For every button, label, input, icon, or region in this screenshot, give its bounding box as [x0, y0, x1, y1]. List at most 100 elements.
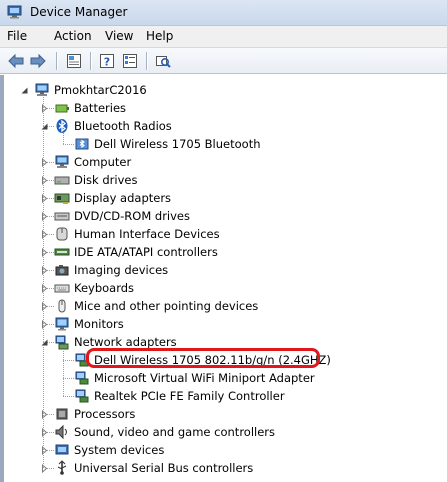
bluetooth-icon: [56, 119, 68, 133]
tree-device-dell-wireless-1705-bluetooth[interactable]: Dell Wireless 1705 Bluetooth: [74, 135, 261, 153]
properties-button[interactable]: [64, 51, 84, 71]
device-list-icon: [123, 54, 137, 68]
collapsed-arrow-icon[interactable]: [40, 176, 49, 185]
expanded-arrow-icon[interactable]: [40, 338, 49, 347]
keyboard-icon: [54, 284, 70, 293]
collapsed-arrow-icon[interactable]: [40, 410, 49, 419]
tree-item-label: PmokhtarC2016: [54, 83, 147, 97]
device-manager-icon: [7, 5, 22, 19]
tree-item-label: Sound, video and game controllers: [74, 425, 276, 439]
collapsed-arrow-icon[interactable]: [40, 320, 49, 329]
tree-item-label: Human Interface Devices: [74, 227, 220, 241]
menu-action[interactable]: Action: [52, 29, 94, 43]
back-arrow-icon: [8, 54, 24, 68]
tree-category-keyboards[interactable]: Keyboards: [54, 279, 134, 297]
tree-item-label: Mice and other pointing devices: [74, 299, 259, 313]
computer-icon: [55, 155, 69, 168]
tree-category-bluetooth-radios[interactable]: Bluetooth Radios: [54, 117, 172, 135]
tree-category-dvd-cd-rom-drives[interactable]: DVD/CD-ROM drives: [54, 207, 190, 225]
tree-category-disk-drives[interactable]: Disk drives: [54, 171, 137, 189]
mouse-icon: [58, 299, 66, 313]
tree-item-label: Keyboards: [74, 281, 135, 295]
collapsed-arrow-icon[interactable]: [40, 212, 49, 221]
menu-view[interactable]: View: [103, 29, 135, 43]
tree-category-human-interface-devices[interactable]: Human Interface Devices: [54, 225, 220, 243]
dvd-drive-icon: [54, 212, 70, 221]
tree-category-ide-ata-atapi-controllers[interactable]: IDE ATA/ATAPI controllers: [54, 243, 218, 261]
collapsed-arrow-icon[interactable]: [40, 302, 49, 311]
tree-root-pmokhtarc2016[interactable]: PmokhtarC2016: [34, 81, 147, 99]
tree-item-label: Realtek PCIe FE Family Controller: [94, 389, 285, 403]
forward-arrow-icon: [30, 54, 46, 68]
back-button[interactable]: [6, 51, 26, 71]
collapsed-arrow-icon[interactable]: [40, 248, 49, 257]
tree-category-batteries[interactable]: Batteries: [54, 99, 126, 117]
tree-category-imaging-devices[interactable]: Imaging devices: [54, 261, 168, 279]
usb-icon: [57, 460, 67, 475]
scan-hardware-icon: [156, 56, 171, 68]
device-tree: PmokhtarC2016 Batteries Bluetooth Radios De…: [0, 75, 447, 482]
tree-device-realtek-pcie-fe-family-controller[interactable]: Realtek PCIe FE Family Controller: [74, 387, 285, 405]
toolbar: ?: [0, 48, 447, 74]
battery-icon: [55, 104, 69, 113]
disk-drive-icon: [54, 176, 70, 185]
tree-item-label: Imaging devices: [74, 263, 169, 277]
tree-device-microsoft-virtual-wifi-miniport-adapter[interactable]: Microsoft Virtual WiFi Miniport Adapter: [74, 369, 315, 387]
tree-item-label: Universal Serial Bus controllers: [74, 461, 254, 475]
tree-item-label: DVD/CD-ROM drives: [74, 209, 190, 223]
collapsed-arrow-icon[interactable]: [40, 464, 49, 473]
computer-icon: [35, 83, 49, 96]
tree-item-label: IDE ATA/ATAPI controllers: [74, 245, 218, 259]
tree-category-universal-serial-bus-controllers[interactable]: Universal Serial Bus controllers: [54, 459, 253, 477]
collapsed-arrow-icon[interactable]: [40, 446, 49, 455]
menu-file[interactable]: File: [5, 29, 29, 43]
sound-icon: [55, 424, 67, 440]
help-button[interactable]: ?: [97, 51, 117, 71]
tree-item-label: Batteries: [74, 101, 127, 115]
tree-item-label: System devices: [74, 443, 165, 457]
collapsed-arrow-icon[interactable]: [40, 284, 49, 293]
collapsed-arrow-icon[interactable]: [40, 428, 49, 437]
tree-item-label: Dell Wireless 1705 Bluetooth: [94, 137, 261, 151]
collapsed-arrow-icon[interactable]: [40, 266, 49, 275]
tree-category-computer[interactable]: Computer: [54, 153, 131, 171]
system-device-icon: [55, 444, 69, 455]
menu-bar: File Action View Help: [0, 26, 447, 48]
tree-item-label: Network adapters: [74, 335, 177, 349]
tree-category-processors[interactable]: Processors: [54, 405, 135, 423]
camera-icon: [55, 265, 69, 276]
network-card-icon: [75, 371, 89, 385]
tree-item-label: Monitors: [74, 317, 124, 331]
tree-category-system-devices[interactable]: System devices: [54, 441, 164, 459]
processor-icon: [56, 408, 68, 420]
display-adapter-icon: [54, 193, 70, 204]
tree-category-display-adapters[interactable]: Display adapters: [54, 189, 171, 207]
menu-help[interactable]: Help: [144, 29, 175, 43]
hid-icon: [56, 227, 68, 241]
tree-category-sound-video-and-game-controllers[interactable]: Sound, video and game controllers: [54, 423, 275, 441]
help-icon: ?: [100, 54, 114, 69]
ide-controller-icon: [54, 248, 70, 256]
collapsed-arrow-icon[interactable]: [40, 158, 49, 167]
forward-button[interactable]: [28, 51, 48, 71]
tree-item-label: Display adapters: [74, 191, 172, 205]
properties-icon: [67, 54, 81, 68]
device-list-button[interactable]: [120, 51, 140, 71]
scan-hardware-button[interactable]: [153, 51, 173, 71]
collapsed-arrow-icon[interactable]: [40, 104, 49, 113]
tree-item-label: Computer: [74, 155, 132, 169]
title-bar: Device Manager: [0, 0, 447, 26]
tree-item-label: Processors: [74, 407, 136, 421]
svg-text:?: ?: [104, 56, 110, 69]
highlight-outline: [86, 348, 320, 368]
tree-item-label: Microsoft Virtual WiFi Miniport Adapter: [94, 371, 315, 385]
tree-category-monitors[interactable]: Monitors: [54, 315, 124, 333]
expanded-arrow-icon[interactable]: [40, 122, 49, 131]
expanded-arrow-icon[interactable]: [20, 86, 29, 95]
collapsed-arrow-icon[interactable]: [40, 230, 49, 239]
tree-item-label: Bluetooth Radios: [74, 119, 172, 133]
tree-category-mice-and-other-pointing-devices[interactable]: Mice and other pointing devices: [54, 297, 258, 315]
collapsed-arrow-icon[interactable]: [40, 194, 49, 203]
tree-item-label: Disk drives: [74, 173, 138, 187]
network-adapter-icon: [55, 335, 69, 350]
